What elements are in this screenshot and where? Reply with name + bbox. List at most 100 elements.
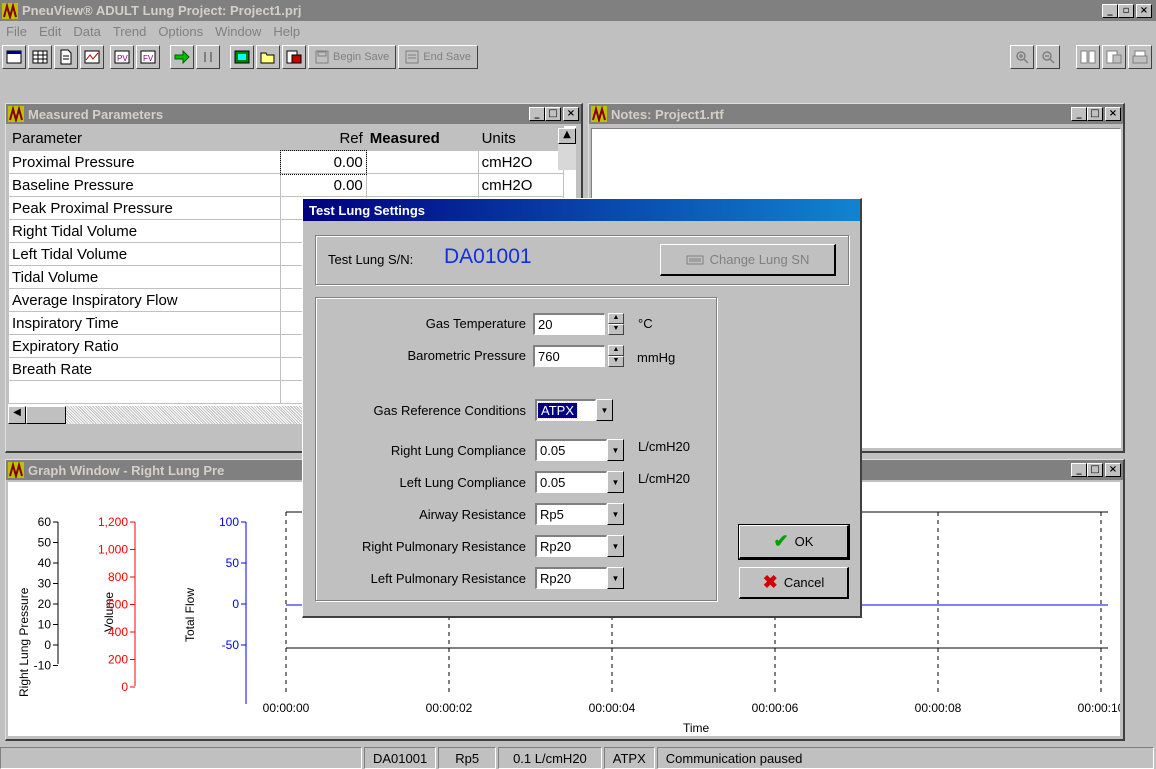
right-comp-select[interactable]: 0.05 ▼: [535, 439, 624, 461]
dropdown-arrow-icon[interactable]: ▼: [607, 567, 624, 589]
play-icon[interactable]: [170, 45, 194, 69]
dropdown-arrow-icon[interactable]: ▼: [596, 399, 613, 421]
x-tick-label: 00:00:04: [589, 701, 636, 715]
axis-tick-label: 800: [108, 570, 128, 584]
document-icon[interactable]: [54, 45, 78, 69]
dropdown-arrow-icon[interactable]: ▼: [607, 471, 624, 493]
gas-ref-select[interactable]: ATPX ▼: [535, 399, 613, 421]
spin-down-icon[interactable]: ▼: [608, 324, 624, 335]
gas-temp-input[interactable]: 20: [533, 313, 605, 335]
gas-temp-spinner[interactable]: ▲ ▼: [608, 313, 624, 335]
param-name-cell: Expiratory Ratio: [8, 334, 282, 358]
maximize-icon[interactable]: □: [545, 107, 561, 121]
print-icon[interactable]: [1128, 45, 1152, 69]
col-units: Units: [477, 126, 565, 150]
save-project-icon[interactable]: [282, 45, 306, 69]
zoom-in-icon[interactable]: [1010, 45, 1034, 69]
scroll-thumb[interactable]: [26, 406, 66, 424]
dropdown-arrow-icon[interactable]: ▼: [607, 439, 624, 461]
left-pulm-value: Rp20: [535, 567, 607, 589]
menu-data[interactable]: Data: [67, 24, 106, 39]
minimize-icon[interactable]: _: [1102, 3, 1118, 18]
left-comp-select[interactable]: 0.05 ▼: [535, 471, 624, 493]
close-icon[interactable]: ×: [1105, 463, 1121, 477]
vertical-scrollbar[interactable]: ▲: [558, 128, 576, 170]
export-icon[interactable]: [1102, 45, 1126, 69]
end-save-label: End Save: [423, 51, 471, 63]
menu-help[interactable]: Help: [267, 24, 306, 39]
disk-icon: [315, 50, 329, 64]
baro-label: Barometric Pressure: [407, 348, 526, 363]
menu-window[interactable]: Window: [209, 24, 267, 39]
table-row[interactable]: Baseline Pressure 0.00 cmH2O: [8, 173, 565, 197]
end-save-button[interactable]: End Save: [398, 45, 478, 69]
baro-input[interactable]: 760: [533, 345, 605, 367]
cancel-button[interactable]: ✖ Cancel: [739, 567, 849, 599]
table-row[interactable]: Proximal Pressure 0.00 cmH2O: [8, 149, 565, 175]
measured-title-bar: Measured Parameters _ □ ×: [6, 104, 581, 124]
change-lung-sn-button[interactable]: Change Lung SN: [660, 244, 836, 276]
axis-tick-label: 600: [108, 598, 128, 612]
dropdown-arrow-icon[interactable]: ▼: [607, 535, 624, 557]
gas-ref-label: Gas Reference Conditions: [373, 403, 526, 418]
begin-save-button[interactable]: Begin Save: [308, 45, 397, 69]
tile-icon[interactable]: [1076, 45, 1100, 69]
axis-tick-label: 0: [232, 597, 239, 611]
maximize-icon[interactable]: □: [1087, 107, 1103, 121]
axis-tick-label: 1,000: [98, 543, 128, 557]
sn-label: Test Lung S/N:: [328, 252, 414, 267]
minimize-icon[interactable]: _: [1071, 463, 1087, 477]
pv-loop-icon[interactable]: PV: [110, 45, 134, 69]
toolbar: PV FV Begin Save End Save: [2, 42, 1154, 72]
x-cancel-icon: ✖: [762, 572, 778, 592]
pause-icon[interactable]: [196, 45, 220, 69]
spin-up-icon[interactable]: ▲: [608, 313, 624, 324]
axis-tick-label: 200: [108, 653, 128, 667]
close-icon[interactable]: ×: [1136, 3, 1152, 18]
menu-edit[interactable]: Edit: [33, 24, 67, 39]
x-tick-label: 00:00:00: [263, 701, 310, 715]
minimize-icon[interactable]: _: [529, 107, 545, 121]
restore-icon[interactable]: ▫: [1118, 3, 1134, 18]
scroll-left-icon[interactable]: ◀: [8, 406, 26, 424]
right-pulm-select[interactable]: Rp20 ▼: [535, 535, 624, 557]
axis-tick-label: 0: [44, 638, 51, 652]
col-ref: Ref: [280, 126, 367, 150]
change-lung-sn-label: Change Lung SN: [709, 252, 810, 267]
zoom-out-icon[interactable]: [1036, 45, 1060, 69]
status-bar: DA01001 Rp5 0.1 L/cmH20 ATPX Communicati…: [0, 747, 1156, 769]
settings-icon[interactable]: [230, 45, 254, 69]
grid-view-icon[interactable]: [28, 45, 52, 69]
menu-file[interactable]: File: [0, 24, 33, 39]
ref-cell[interactable]: 0.00: [279, 149, 368, 175]
axis-tick-label: 1,200: [98, 515, 128, 529]
fv-loop-icon[interactable]: FV: [136, 45, 160, 69]
units-cell: cmH2O: [477, 173, 565, 197]
param-name-cell: Right Tidal Volume: [8, 219, 282, 243]
graph-icon[interactable]: [80, 45, 104, 69]
status-gas-ref: ATPX: [603, 747, 655, 769]
ok-button[interactable]: ✔ OK: [738, 524, 850, 560]
dropdown-arrow-icon[interactable]: ▼: [607, 503, 624, 525]
minimize-icon[interactable]: _: [1071, 107, 1087, 121]
close-icon[interactable]: ×: [563, 107, 579, 121]
scroll-up-icon[interactable]: ▲: [558, 128, 576, 144]
ref-cell[interactable]: 0.00: [280, 173, 367, 197]
menu-options[interactable]: Options: [152, 24, 209, 39]
param-name-cell: Left Tidal Volume: [8, 242, 282, 266]
left-pulm-label: Left Pulmonary Resistance: [370, 571, 526, 586]
airway-select[interactable]: Rp5 ▼: [535, 503, 624, 525]
spin-up-icon[interactable]: ▲: [608, 345, 624, 356]
menu-trend[interactable]: Trend: [107, 24, 152, 39]
notes-title: Notes: Project1.rtf: [611, 106, 724, 122]
close-icon[interactable]: ×: [1105, 107, 1121, 121]
baro-spinner[interactable]: ▲ ▼: [608, 345, 624, 367]
axis-tick-label: 10: [38, 618, 52, 632]
sn-group: Test Lung S/N: DA01001 Change Lung SN: [315, 235, 849, 285]
left-pulm-select[interactable]: Rp20 ▼: [535, 567, 624, 589]
maximize-icon[interactable]: □: [1087, 463, 1103, 477]
spin-down-icon[interactable]: ▼: [608, 356, 624, 367]
open-folder-icon[interactable]: [256, 45, 280, 69]
checkmark-icon: ✔: [773, 531, 789, 551]
table-view-icon[interactable]: [2, 45, 26, 69]
